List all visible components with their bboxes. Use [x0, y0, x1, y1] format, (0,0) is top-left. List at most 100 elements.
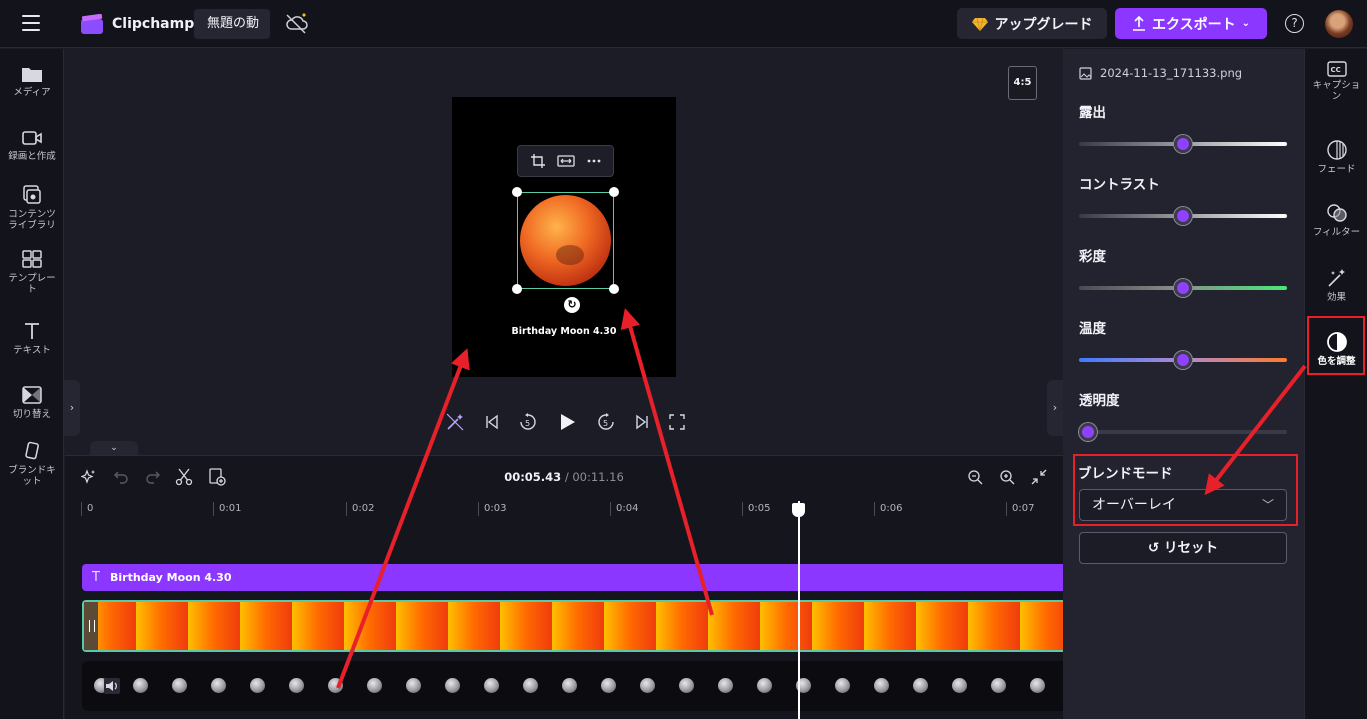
- rail-fade[interactable]: フェード: [1305, 139, 1367, 175]
- chevron-down-icon: ﹀: [1261, 498, 1274, 512]
- temperature-slider-thumb[interactable]: [1174, 351, 1192, 369]
- audio-thumbnail: [601, 678, 616, 693]
- image-track-clip[interactable]: [82, 600, 1063, 652]
- nav-brand-kit[interactable]: ブランドキ ット: [0, 441, 64, 487]
- resize-handle-bl[interactable]: [512, 284, 522, 294]
- contrast-slider[interactable]: [1079, 207, 1287, 225]
- audio-thumbnail: [445, 678, 460, 693]
- right-rail: CC キャプショ ン フェード フィルター 効果 色を調整: [1304, 49, 1367, 719]
- rail-captions[interactable]: CC キャプショ ン: [1305, 61, 1367, 102]
- contrast-slider-thumb[interactable]: [1174, 207, 1192, 225]
- saturation-slider-thumb[interactable]: [1174, 279, 1192, 297]
- help-icon[interactable]: ?: [1285, 14, 1304, 33]
- nav-content-library[interactable]: コンテンツ ライブラリ: [0, 185, 64, 231]
- expand-left-panel-icon[interactable]: ›: [64, 380, 80, 436]
- opacity-slider-thumb[interactable]: [1079, 423, 1097, 441]
- ruler-tick: 0:07: [1006, 502, 1034, 516]
- text-clip-label: Birthday Moon 4.30: [110, 571, 232, 584]
- current-time: 00:05.43: [504, 470, 562, 484]
- playhead[interactable]: [798, 501, 800, 719]
- svg-text:5: 5: [525, 419, 530, 428]
- upgrade-button[interactable]: アップグレード: [957, 8, 1107, 39]
- selected-image[interactable]: [517, 192, 614, 289]
- opacity-slider[interactable]: [1079, 423, 1287, 441]
- file-name: 2024-11-13_171133.png: [1100, 66, 1243, 80]
- audio-thumbnail: [952, 678, 967, 693]
- project-title[interactable]: 無題の動: [194, 9, 270, 39]
- upgrade-label: アップグレード: [994, 16, 1093, 33]
- saturation-label: 彩度: [1079, 249, 1106, 265]
- preview-stage: 4:5 ↻ Birthday Moon 4.30 5 5: [65, 49, 1063, 454]
- more-icon[interactable]: [586, 158, 602, 164]
- audio-thumbnail: [250, 678, 265, 693]
- rail-effects[interactable]: 効果: [1305, 267, 1367, 303]
- ruler-tick: 0:06: [874, 502, 902, 516]
- nav-content-library-label: コンテンツ ライブラリ: [8, 209, 56, 231]
- rewind-5-icon[interactable]: 5: [518, 412, 538, 432]
- saturation-slider[interactable]: [1079, 279, 1287, 297]
- diamond-icon: [971, 17, 988, 31]
- resize-handle-tl[interactable]: [512, 187, 522, 197]
- audio-track-clip[interactable]: [82, 661, 1063, 711]
- blend-mode-select[interactable]: オーバーレイ ﹀: [1079, 489, 1287, 521]
- menu-icon[interactable]: [22, 15, 40, 31]
- audio-thumbnail: [211, 678, 226, 693]
- clip-trim-handle[interactable]: [84, 602, 98, 650]
- properties-panel: 2024-11-13_171133.png 露出 コントラスト 彩度 温度 透明…: [1063, 49, 1304, 719]
- playhead-handle[interactable]: [792, 503, 805, 517]
- reset-button[interactable]: ↺ リセット: [1079, 532, 1287, 564]
- text-track-clip[interactable]: T Birthday Moon 4.30: [82, 564, 1063, 591]
- blend-mode-label: ブレンドモード: [1078, 466, 1173, 482]
- ruler-tick: 0:05: [742, 502, 770, 516]
- rotate-icon[interactable]: ↻: [564, 297, 580, 313]
- nav-text-label: テキスト: [13, 345, 51, 356]
- folder-icon: [22, 68, 42, 82]
- exposure-slider[interactable]: [1079, 135, 1287, 153]
- forward-5-icon[interactable]: 5: [596, 412, 616, 432]
- skip-forward-icon[interactable]: [634, 414, 650, 430]
- timecode: 00:05.43 / 00:11.16: [65, 470, 1063, 484]
- temperature-label: 温度: [1079, 321, 1106, 337]
- opacity-label: 透明度: [1079, 393, 1120, 409]
- collapse-timeline-icon[interactable]: ⌄: [90, 441, 138, 455]
- nav-transitions-label: 切り替え: [12, 409, 51, 420]
- nav-transitions[interactable]: 切り替え: [0, 385, 64, 420]
- transition-icon: [22, 386, 42, 404]
- aspect-ratio-button[interactable]: 4:5: [1008, 66, 1037, 100]
- crop-icon[interactable]: [530, 153, 546, 169]
- timeline: 00:05.43 / 00:11.16 0 0:01 0:02 0:03 0:0…: [65, 455, 1063, 719]
- audio-thumbnail: [328, 678, 343, 693]
- collapse-right-panel-icon[interactable]: ›: [1047, 380, 1063, 436]
- nav-text[interactable]: テキスト: [0, 321, 64, 356]
- avatar[interactable]: [1325, 10, 1353, 38]
- library-icon: [23, 185, 41, 204]
- audio-thumbnail: [874, 678, 889, 693]
- temperature-slider[interactable]: [1079, 351, 1287, 369]
- fit-timeline-icon[interactable]: [1031, 469, 1047, 485]
- nav-media[interactable]: メディア: [0, 65, 64, 98]
- play-icon[interactable]: [557, 412, 577, 432]
- nav-record[interactable]: 録画と作成: [0, 129, 64, 162]
- time-ruler[interactable]: 0 0:01 0:02 0:03 0:04 0:05 0:06 0:07: [81, 502, 1063, 518]
- volume-icon[interactable]: [104, 678, 120, 694]
- audio-thumbnail: [523, 678, 538, 693]
- export-button[interactable]: エクスポート ⌄: [1115, 8, 1267, 39]
- captions-icon: CC: [1326, 61, 1347, 77]
- total-time: / 00:11.16: [564, 470, 624, 484]
- video-canvas[interactable]: ↻ Birthday Moon 4.30: [452, 97, 676, 377]
- text-icon: [25, 323, 39, 339]
- resize-handle-tr[interactable]: [609, 187, 619, 197]
- magic-icon[interactable]: [445, 412, 465, 432]
- zoom-in-icon[interactable]: [999, 469, 1015, 485]
- effects-icon: [1327, 269, 1345, 287]
- cloud-off-icon[interactable]: [284, 12, 310, 36]
- fit-icon[interactable]: [556, 154, 575, 168]
- ruler-tick: 0: [81, 502, 93, 516]
- nav-templates[interactable]: テンプレー ト: [0, 249, 64, 295]
- rail-filters[interactable]: フィルター: [1305, 202, 1367, 238]
- zoom-out-icon[interactable]: [967, 469, 983, 485]
- exposure-slider-thumb[interactable]: [1174, 135, 1192, 153]
- fullscreen-icon[interactable]: [669, 414, 685, 430]
- resize-handle-br[interactable]: [609, 284, 619, 294]
- skip-back-icon[interactable]: [484, 414, 500, 430]
